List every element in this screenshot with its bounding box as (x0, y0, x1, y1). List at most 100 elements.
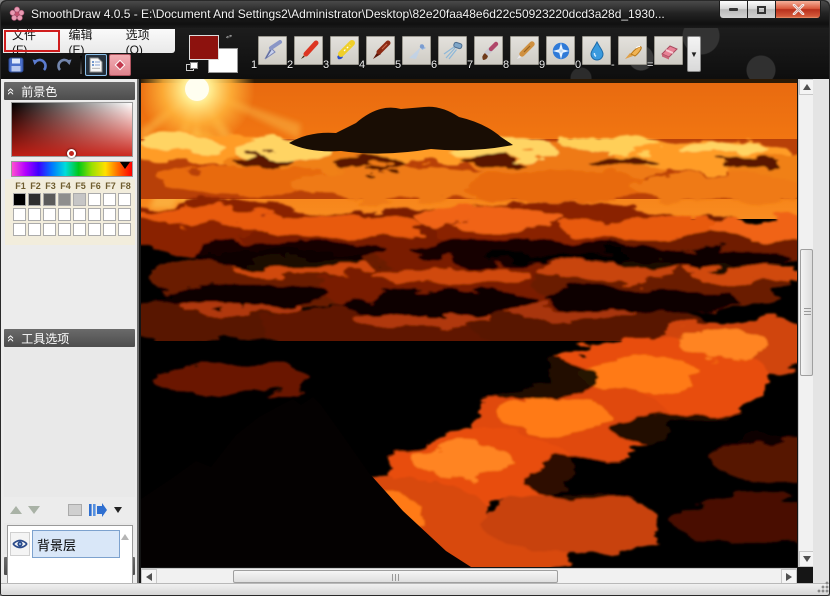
redo-button[interactable] (53, 54, 75, 76)
palette-swatch[interactable] (13, 223, 26, 236)
minimize-icon (729, 8, 738, 11)
sparkle-icon[interactable] (546, 36, 575, 65)
palette-swatch[interactable] (58, 223, 71, 236)
minimize-button[interactable] (719, 1, 748, 19)
layer-list-scroll-up-icon[interactable] (121, 534, 129, 540)
palette-swatch[interactable] (28, 208, 41, 221)
layer-menu-caret-icon[interactable] (114, 507, 122, 513)
pen-icon[interactable] (258, 36, 287, 65)
panel-header-tool-options[interactable]: « 工具选项 (4, 329, 135, 347)
tool-pen[interactable]: 1 (251, 34, 287, 72)
tool-airbrush[interactable]: 6 (431, 34, 467, 72)
palette-swatch[interactable] (28, 223, 41, 236)
saturation-value-picker[interactable] (11, 102, 133, 157)
thumb-grip (392, 574, 393, 581)
layers-toolbar (4, 497, 135, 523)
tool-brush-pen[interactable]: 4 (359, 34, 395, 72)
tool-bristle-brush[interactable]: 8 (503, 34, 539, 72)
palette-swatch[interactable] (13, 208, 26, 221)
palette-swatch[interactable] (58, 193, 71, 206)
palette-swatch[interactable] (43, 223, 56, 236)
palette-swatch[interactable] (28, 193, 41, 206)
shape-stamp-button[interactable] (109, 54, 131, 76)
palette-column-label: F3 (43, 181, 58, 191)
airbrush-icon[interactable] (438, 36, 467, 65)
collapse-chevron-icon[interactable]: « (4, 87, 19, 94)
default-colors-icon[interactable] (186, 62, 198, 72)
tool-sparkle[interactable]: 9 (539, 34, 575, 72)
tool-marker[interactable]: 3 (323, 34, 359, 72)
app-flower-icon (9, 6, 25, 22)
palette-swatch[interactable] (73, 208, 86, 221)
close-icon (792, 4, 805, 15)
sv-picker-marker[interactable] (67, 149, 76, 158)
tool-eraser[interactable]: = (647, 34, 683, 72)
horizontal-scroll-thumb[interactable] (233, 570, 558, 583)
view-document-button[interactable] (85, 54, 107, 76)
tool-smudge-finger[interactable]: - (611, 34, 647, 72)
palette-swatch[interactable] (43, 208, 56, 221)
palette-swatch[interactable] (73, 193, 86, 206)
layer-visibility-button[interactable] (10, 532, 30, 556)
collapse-chevron-icon[interactable]: « (4, 334, 19, 341)
tool-soft-airbrush[interactable]: 5 (395, 34, 431, 72)
palette-swatch[interactable] (88, 208, 101, 221)
scroll-right-icon (786, 573, 792, 581)
palette-swatch[interactable] (118, 208, 131, 221)
maximize-icon (757, 6, 766, 14)
palette-swatch[interactable] (118, 223, 131, 236)
layer-move-down-icon[interactable] (28, 506, 40, 514)
palette-swatch[interactable] (103, 223, 116, 236)
canvas-image[interactable] (141, 79, 797, 567)
tool-pencil[interactable]: 2 (287, 34, 323, 72)
hue-slider[interactable] (11, 161, 133, 177)
panel-title: 前景色 (21, 83, 57, 100)
hue-slider-marker[interactable] (120, 162, 130, 169)
palette-swatch[interactable] (13, 193, 26, 206)
vertical-scroll-thumb[interactable] (800, 249, 813, 376)
undo-button[interactable] (29, 54, 51, 76)
soft-airbrush-icon[interactable] (402, 36, 431, 65)
tool-water-drop[interactable]: 0 (575, 34, 611, 72)
diamond-icon (114, 59, 126, 71)
palette-swatch[interactable] (88, 223, 101, 236)
pencil-icon[interactable] (294, 36, 323, 65)
maximize-button[interactable] (748, 1, 776, 19)
brush-pen-icon[interactable] (366, 36, 395, 65)
save-button[interactable] (5, 54, 27, 76)
palette-swatch[interactable] (43, 193, 56, 206)
smudge-finger-icon[interactable] (618, 36, 647, 65)
layer-row-background[interactable]: 背景层 (32, 530, 120, 558)
document-icon (89, 57, 103, 73)
palette-swatch[interactable] (103, 208, 116, 221)
tools-dropdown-button[interactable]: ▼ (687, 36, 701, 72)
layer-name: 背景层 (37, 535, 76, 554)
menu-bar: 文件(F) 编辑(E) 选项(O) (3, 29, 175, 53)
water-drop-icon[interactable] (582, 36, 611, 65)
window-frame-right (813, 79, 829, 585)
palette-swatch[interactable] (58, 208, 71, 221)
eraser-icon[interactable] (654, 36, 683, 65)
vertical-scrollbar[interactable] (798, 79, 814, 567)
horizontal-scrollbar[interactable] (141, 568, 797, 584)
palette-column-label: F4 (58, 181, 73, 191)
layer-properties-icon[interactable] (68, 504, 82, 516)
palette-swatch[interactable] (118, 193, 131, 206)
palette-swatch[interactable] (103, 193, 116, 206)
scroll-left-icon (146, 573, 152, 581)
bristle-brush-icon[interactable] (510, 36, 539, 65)
foreground-color-swatch[interactable] (189, 35, 219, 60)
panel-header-foreground-color[interactable]: « 前景色 (4, 82, 135, 100)
resize-grip[interactable] (817, 581, 829, 593)
palette-grid (13, 193, 135, 238)
quick-toolbar (5, 53, 133, 77)
palette-swatch[interactable] (73, 223, 86, 236)
tool-paint-brush[interactable]: 7 (467, 34, 503, 72)
palette-column-label: F6 (88, 181, 103, 191)
marker-icon[interactable] (330, 36, 359, 65)
close-button[interactable] (776, 1, 821, 19)
paint-brush-icon[interactable] (474, 36, 503, 65)
layer-merge-icon[interactable] (88, 502, 108, 518)
palette-swatch[interactable] (88, 193, 101, 206)
layer-move-up-icon[interactable] (10, 506, 22, 514)
